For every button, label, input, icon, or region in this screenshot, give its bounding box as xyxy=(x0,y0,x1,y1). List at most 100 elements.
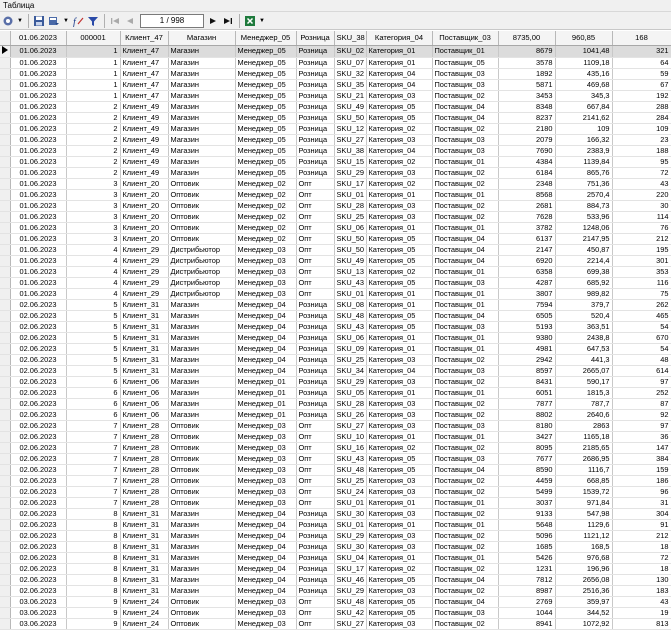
table-cell[interactable]: 284 xyxy=(612,112,671,124)
table-cell[interactable]: 02.06.2023 xyxy=(10,299,67,311)
table-cell[interactable]: Менеджер_05 xyxy=(235,145,297,157)
table-cell[interactable]: 1 xyxy=(66,90,121,102)
table-cell[interactable]: Категория_01 xyxy=(366,519,433,531)
table-cell[interactable]: Поставщик_02 xyxy=(432,123,499,135)
table-cell[interactable]: Опт xyxy=(296,233,335,245)
row-indicator[interactable] xyxy=(0,387,11,399)
table-cell[interactable]: Поставщик_02 xyxy=(432,475,499,487)
table-cell[interactable]: Розница xyxy=(296,90,335,102)
table-cell[interactable]: 751,36 xyxy=(555,178,613,190)
table-cell[interactable]: 3 xyxy=(66,200,121,212)
table-cell[interactable]: Категория_01 xyxy=(366,299,433,311)
table-cell[interactable]: Опт xyxy=(296,266,335,278)
row-indicator[interactable] xyxy=(0,200,11,212)
table-cell[interactable]: 02.06.2023 xyxy=(10,431,67,443)
table-cell[interactable]: Менеджер_01 xyxy=(235,387,297,399)
table-cell[interactable]: Розница xyxy=(296,101,335,113)
table-cell[interactable]: 2147 xyxy=(498,244,556,256)
table-cell[interactable]: Оптовик xyxy=(168,475,236,487)
table-cell[interactable]: 8431 xyxy=(498,376,556,388)
table-cell[interactable]: Категория_05 xyxy=(366,101,433,113)
table-cell[interactable]: 02.06.2023 xyxy=(10,387,67,399)
table-cell[interactable]: 72 xyxy=(612,167,671,179)
row-indicator[interactable] xyxy=(0,618,11,630)
table-cell[interactable]: 8 xyxy=(66,541,121,553)
table-cell[interactable]: 01.06.2023 xyxy=(10,79,67,91)
table-cell[interactable]: 7690 xyxy=(498,145,556,157)
row-indicator[interactable] xyxy=(0,101,11,113)
table-cell[interactable]: 813 xyxy=(612,618,671,630)
column-header[interactable]: Поставщик_03 xyxy=(432,31,499,46)
view-settings-icon[interactable] xyxy=(1,14,15,28)
table-cell[interactable]: 02.06.2023 xyxy=(10,486,67,498)
table-cell[interactable]: 116 xyxy=(612,277,671,289)
table-cell[interactable]: Категория_03 xyxy=(366,618,433,630)
table-row[interactable]: 03.06.2023 9 Клиент_24 Оптовик Менеджер_03 Оп… xyxy=(0,618,671,630)
table-cell[interactable]: SKU_15 xyxy=(334,156,367,168)
table-cell[interactable]: Магазин xyxy=(168,530,236,542)
table-cell[interactable]: SKU_29 xyxy=(334,530,367,542)
table-cell[interactable]: Клиент_49 xyxy=(120,123,169,135)
table-cell[interactable]: 18 xyxy=(612,541,671,553)
table-cell[interactable]: Категория_03 xyxy=(366,134,433,146)
chevron-down-icon[interactable]: ▼ xyxy=(62,14,70,28)
table-cell[interactable]: Клиент_47 xyxy=(120,90,169,102)
table-cell[interactable]: 5 xyxy=(66,310,121,322)
table-cell[interactable]: Поставщик_02 xyxy=(432,486,499,498)
table-cell[interactable]: 48 xyxy=(612,354,671,366)
table-cell[interactable]: 1116,7 xyxy=(555,464,613,476)
table-cell[interactable]: Клиент_20 xyxy=(120,189,169,201)
filter-icon[interactable] xyxy=(86,14,100,28)
table-cell[interactable]: 5499 xyxy=(498,486,556,498)
table-row[interactable]: 02.06.2023 5 Клиент_31 Магазин Менеджер_04 Ро… xyxy=(0,310,671,322)
table-cell[interactable]: 379,7 xyxy=(555,299,613,311)
table-cell[interactable]: 01.06.2023 xyxy=(10,277,67,289)
table-cell[interactable]: Поставщик_04 xyxy=(432,255,499,267)
table-cell[interactable]: 188 xyxy=(612,145,671,157)
table-cell[interactable]: Клиент_31 xyxy=(120,299,169,311)
table-cell[interactable]: Розница xyxy=(296,563,335,575)
table-cell[interactable]: Опт xyxy=(296,200,335,212)
table-cell[interactable]: 2438,8 xyxy=(555,332,613,344)
table-cell[interactable]: SKU_42 xyxy=(334,607,367,619)
table-cell[interactable]: Категория_04 xyxy=(366,145,433,157)
table-cell[interactable]: Категория_03 xyxy=(366,376,433,388)
table-cell[interactable]: Поставщик_02 xyxy=(432,376,499,388)
table-cell[interactable]: 2570,4 xyxy=(555,189,613,201)
table-cell[interactable]: Категория_03 xyxy=(366,585,433,597)
row-indicator[interactable] xyxy=(0,541,11,553)
table-cell[interactable]: Поставщик_01 xyxy=(432,189,499,201)
table-cell[interactable]: 345,3 xyxy=(555,90,613,102)
row-indicator[interactable] xyxy=(0,365,11,377)
table-row[interactable]: 01.06.2023 2 Клиент_49 Магазин Менеджер_05 Ро… xyxy=(0,101,671,113)
table-cell[interactable]: 2214,4 xyxy=(555,255,613,267)
table-cell[interactable]: Опт xyxy=(296,211,335,223)
table-cell[interactable]: Поставщик_04 xyxy=(432,596,499,608)
table-cell[interactable]: Клиент_28 xyxy=(120,497,169,509)
table-cell[interactable]: Магазин xyxy=(168,574,236,586)
table-cell[interactable]: Менеджер_03 xyxy=(235,420,297,432)
table-cell[interactable]: Категория_03 xyxy=(366,211,433,223)
table-cell[interactable]: 8 xyxy=(66,563,121,575)
table-cell[interactable]: 2863 xyxy=(555,420,613,432)
table-cell[interactable]: 8 xyxy=(66,508,121,520)
table-cell[interactable]: 1121,12 xyxy=(555,530,613,542)
table-cell[interactable]: 5 xyxy=(66,321,121,333)
table-cell[interactable]: Менеджер_03 xyxy=(235,453,297,465)
table-cell[interactable]: 4 xyxy=(66,255,121,267)
table-cell[interactable]: Менеджер_05 xyxy=(235,45,297,58)
table-cell[interactable]: 97 xyxy=(612,420,671,432)
table-cell[interactable]: 8597 xyxy=(498,365,556,377)
table-cell[interactable]: 76 xyxy=(612,222,671,234)
table-cell[interactable]: Клиент_49 xyxy=(120,167,169,179)
table-cell[interactable]: 67 xyxy=(612,79,671,91)
table-cell[interactable]: Магазин xyxy=(168,156,236,168)
column-header[interactable]: Категория_04 xyxy=(366,31,433,46)
table-cell[interactable]: Розница xyxy=(296,541,335,553)
row-indicator[interactable] xyxy=(0,299,11,311)
table-cell[interactable]: Менеджер_04 xyxy=(235,519,297,531)
table-cell[interactable]: SKU_02 xyxy=(334,45,367,58)
table-cell[interactable]: 363,51 xyxy=(555,321,613,333)
table-cell[interactable]: 304 xyxy=(612,508,671,520)
table-cell[interactable]: SKU_17 xyxy=(334,563,367,575)
